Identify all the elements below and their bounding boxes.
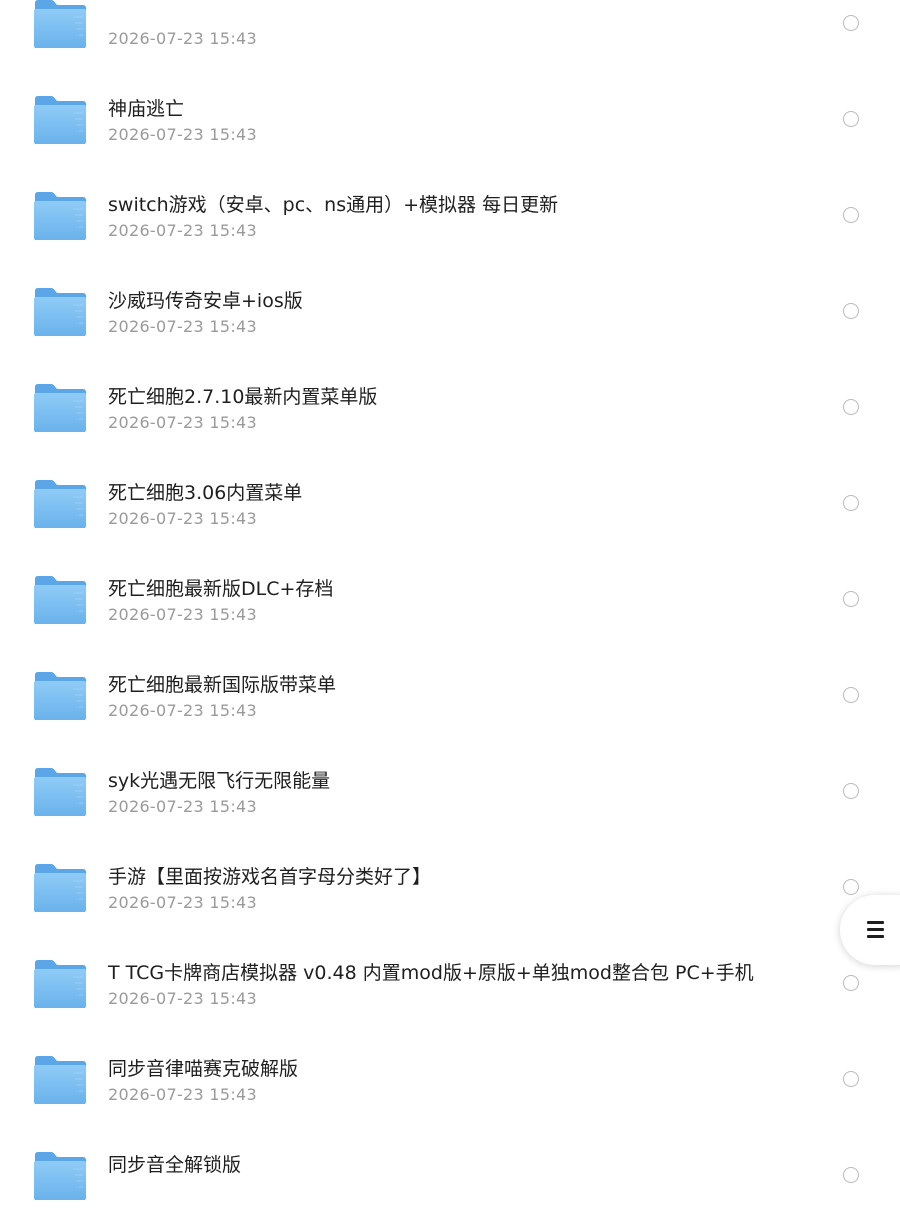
select-radio-icon[interactable] bbox=[843, 495, 859, 511]
folder-date: 2026-07-23 15:43 bbox=[108, 413, 257, 432]
folder-row[interactable]: 死亡细胞3.06内置菜单 2026-07-23 15:43 bbox=[0, 445, 900, 541]
folder-row[interactable]: 同步音全解锁版 bbox=[0, 1117, 900, 1213]
folder-row[interactable]: 2026-07-23 15:43 bbox=[0, 0, 900, 61]
select-radio-icon[interactable] bbox=[843, 591, 859, 607]
folder-date: 2026-07-23 15:43 bbox=[108, 29, 257, 48]
folder-name: 沙威玛传奇安卓+ios版 bbox=[108, 290, 303, 312]
folder-icon bbox=[33, 863, 87, 913]
folder-row[interactable]: T TCG卡牌商店模拟器 v0.48 内置mod版+原版+单独mod整合包 PC… bbox=[0, 925, 900, 1021]
folder-row[interactable]: 死亡细胞最新版DLC+存档 2026-07-23 15:43 bbox=[0, 541, 900, 637]
folder-name: 同步音全解锁版 bbox=[108, 1154, 242, 1176]
folder-row[interactable]: 同步音律喵赛克破解版 2026-07-23 15:43 bbox=[0, 1021, 900, 1117]
select-radio-icon[interactable] bbox=[843, 207, 859, 223]
select-radio-icon[interactable] bbox=[843, 975, 859, 991]
folder-icon bbox=[33, 671, 87, 721]
folder-row[interactable]: 手游【里面按游戏名首字母分类好了】 2026-07-23 15:43 bbox=[0, 829, 900, 925]
folder-row[interactable]: 死亡细胞最新国际版带菜单 2026-07-23 15:43 bbox=[0, 637, 900, 733]
select-radio-icon[interactable] bbox=[843, 879, 859, 895]
folder-name: 手游【里面按游戏名首字母分类好了】 bbox=[108, 866, 432, 888]
folder-name: 死亡细胞3.06内置菜单 bbox=[108, 482, 303, 504]
folder-date: 2026-07-23 15:43 bbox=[108, 317, 257, 336]
folder-name: 神庙逃亡 bbox=[108, 98, 185, 120]
folder-name: syk光遇无限飞行无限能量 bbox=[108, 770, 331, 792]
menu-lines-icon bbox=[867, 921, 884, 939]
select-radio-icon[interactable] bbox=[843, 15, 859, 31]
folder-icon bbox=[33, 767, 87, 817]
folder-date: 2026-07-23 15:43 bbox=[108, 989, 257, 1008]
select-radio-icon[interactable] bbox=[843, 1167, 859, 1183]
folder-name: 同步音律喵赛克破解版 bbox=[108, 1058, 299, 1080]
folder-name: 死亡细胞最新国际版带菜单 bbox=[108, 674, 337, 696]
folder-icon bbox=[33, 95, 87, 145]
select-radio-icon[interactable] bbox=[843, 303, 859, 319]
folder-icon bbox=[33, 479, 87, 529]
folder-date: 2026-07-23 15:43 bbox=[108, 605, 257, 624]
file-list: 2026-07-23 15:43 神庙逃亡 2026-07-23 15:43 s… bbox=[0, 0, 900, 1213]
folder-name: T TCG卡牌商店模拟器 v0.48 内置mod版+原版+单独mod整合包 PC… bbox=[108, 962, 754, 984]
folder-date: 2026-07-23 15:43 bbox=[108, 701, 257, 720]
folder-date: 2026-07-23 15:43 bbox=[108, 1085, 257, 1104]
folder-icon bbox=[33, 959, 87, 1009]
folder-name: 死亡细胞最新版DLC+存档 bbox=[108, 578, 334, 600]
folder-row[interactable]: 沙威玛传奇安卓+ios版 2026-07-23 15:43 bbox=[0, 253, 900, 349]
folder-date: 2026-07-23 15:43 bbox=[108, 221, 257, 240]
select-radio-icon[interactable] bbox=[843, 1071, 859, 1087]
folder-row[interactable]: switch游戏（安卓、pc、ns通用）+模拟器 每日更新 2026-07-23… bbox=[0, 157, 900, 253]
folder-date: 2026-07-23 15:43 bbox=[108, 797, 257, 816]
folder-icon bbox=[33, 1151, 87, 1201]
folder-name: 死亡细胞2.7.10最新内置菜单版 bbox=[108, 386, 378, 408]
folder-row[interactable]: 死亡细胞2.7.10最新内置菜单版 2026-07-23 15:43 bbox=[0, 349, 900, 445]
folder-icon bbox=[33, 575, 87, 625]
folder-row[interactable]: 神庙逃亡 2026-07-23 15:43 bbox=[0, 61, 900, 157]
folder-row[interactable]: syk光遇无限飞行无限能量 2026-07-23 15:43 bbox=[0, 733, 900, 829]
folder-name: switch游戏（安卓、pc、ns通用）+模拟器 每日更新 bbox=[108, 194, 559, 216]
select-radio-icon[interactable] bbox=[843, 687, 859, 703]
folder-icon bbox=[33, 383, 87, 433]
select-radio-icon[interactable] bbox=[843, 399, 859, 415]
folder-icon bbox=[33, 0, 87, 49]
select-radio-icon[interactable] bbox=[843, 111, 859, 127]
folder-icon bbox=[33, 287, 87, 337]
folder-date: 2026-07-23 15:43 bbox=[108, 125, 257, 144]
folder-date: 2026-07-23 15:43 bbox=[108, 893, 257, 912]
folder-icon bbox=[33, 1055, 87, 1105]
select-radio-icon[interactable] bbox=[843, 783, 859, 799]
folder-date: 2026-07-23 15:43 bbox=[108, 509, 257, 528]
folder-icon bbox=[33, 191, 87, 241]
